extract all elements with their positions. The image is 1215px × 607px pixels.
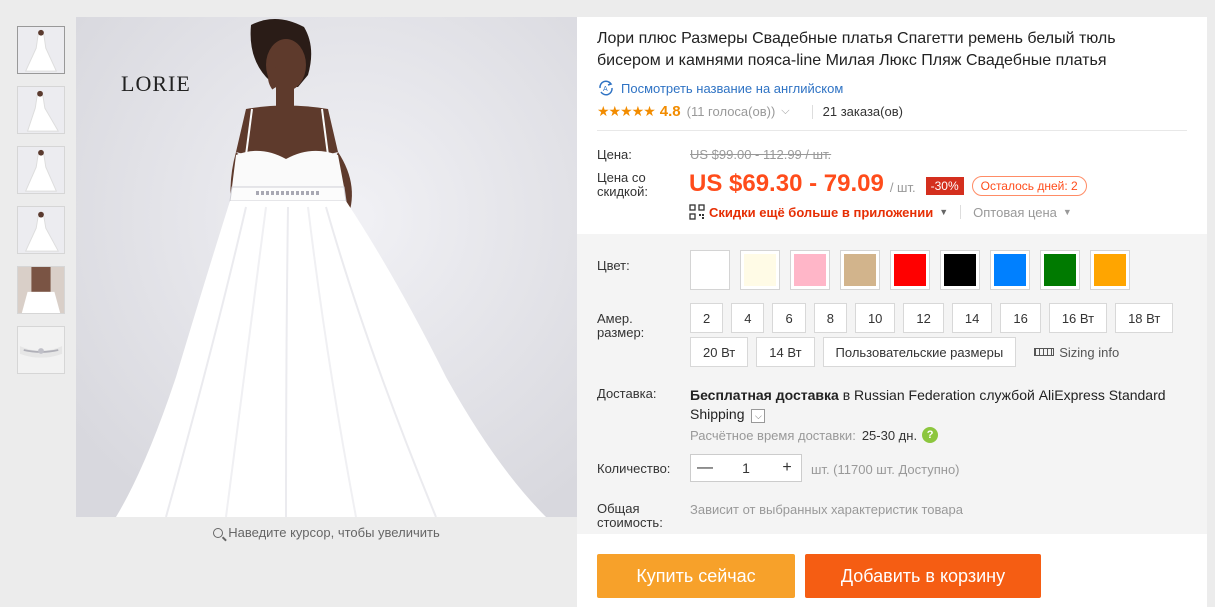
quantity-decrease-button[interactable]: — (691, 459, 719, 477)
buy-now-button[interactable]: Купить сейчас (597, 554, 795, 598)
qr-code-icon (689, 204, 705, 220)
color-swatch-1[interactable] (690, 250, 730, 290)
price-unit: / шт. (889, 179, 916, 195)
color-swatches (690, 250, 1140, 290)
size-option[interactable]: 14 Вт (756, 337, 815, 367)
color-swatch-fill (944, 254, 976, 286)
wholesale-price-link[interactable]: Оптовая цена (973, 205, 1057, 220)
product-gallery: LORIE Наведите курсор, чтобы увеличить (0, 0, 586, 607)
original-price: US $99.00 - 112.99 / шт. (690, 147, 832, 162)
thumbnail-6[interactable] (17, 326, 65, 374)
caret-down-icon[interactable]: ▼ (1063, 207, 1072, 217)
discount-price: US $69.30 - 79.09 (689, 170, 884, 197)
magnifier-icon (213, 528, 224, 538)
size-option[interactable]: 16 (1000, 303, 1041, 333)
size-label: Амер. размер: (597, 311, 645, 340)
color-swatch-6[interactable] (940, 250, 980, 290)
separator (811, 104, 813, 119)
translate-link-text: Посмотреть название на английском (621, 80, 844, 96)
size-option[interactable]: 4 (731, 303, 765, 333)
color-swatch-9[interactable] (1090, 250, 1130, 290)
app-offer-link[interactable]: Скидки ещё больше в приложении (709, 205, 933, 220)
size-option[interactable]: 2 (690, 303, 724, 333)
color-swatch-fill (1044, 254, 1076, 286)
svg-text:A: A (603, 86, 608, 93)
chevron-down-icon[interactable]: ⌵ (781, 105, 789, 118)
quantity-input[interactable]: 1 (719, 460, 773, 476)
total-label: Общая стоимость: (597, 501, 663, 530)
color-swatch-fill (744, 254, 776, 286)
orders-count: 21 заказа(ов) (822, 104, 903, 119)
size-option[interactable]: 6 (772, 303, 806, 333)
color-swatch-fill (894, 254, 926, 286)
size-option[interactable]: 18 Вт (1115, 303, 1174, 333)
delivery-info: Бесплатная доставка в Russian Federation… (690, 386, 1180, 424)
size-option[interactable]: 16 Вт (1048, 303, 1108, 333)
divider (597, 130, 1187, 131)
quantity-increase-button[interactable]: + (773, 459, 801, 477)
thumbnail-2[interactable] (17, 86, 65, 134)
size-option[interactable]: 12 (903, 303, 944, 333)
color-swatch-8[interactable] (1040, 250, 1080, 290)
main-product-image[interactable]: LORIE (76, 17, 577, 517)
rating-value: 4.8 (659, 103, 681, 120)
app-offer-row: Скидки ещё больше в приложении ▼ Оптовая… (689, 204, 1072, 220)
total-price-note: Зависит от выбранных характеристик товар… (690, 502, 963, 517)
days-left-badge: Осталось дней: 2 (971, 176, 1087, 196)
sizing-info-text: Sizing info (1059, 344, 1120, 360)
size-option[interactable]: 8 (813, 303, 847, 333)
quantity-label: Количество: (597, 461, 671, 476)
color-swatch-2[interactable] (740, 250, 780, 290)
delivery-label: Доставка: (597, 386, 657, 401)
discount-badge: -30% (925, 177, 964, 195)
price-label: Цена: (597, 147, 632, 162)
color-swatch-fill (694, 254, 726, 286)
zoom-hint-text: Наведите курсор, чтобы увеличить (228, 525, 440, 540)
separator (960, 205, 962, 219)
shipping-options-chevron-icon[interactable]: ⌵ (751, 409, 766, 423)
thumbnail-strip (17, 26, 67, 386)
quantity-stepper: — 1 + (690, 454, 802, 482)
votes-count[interactable]: (11 голоса(ов)) (687, 104, 776, 119)
size-option[interactable]: Пользовательские размеры (822, 337, 1017, 367)
color-swatch-4[interactable] (840, 250, 880, 290)
delivery-estimate-label: Расчётное время доставки: (690, 427, 856, 443)
size-option[interactable]: 20 Вт (690, 337, 749, 367)
color-swatch-fill (794, 254, 826, 286)
ruler-icon (1034, 348, 1055, 356)
color-swatch-fill (1094, 254, 1126, 286)
product-info-panel: Лори плюс Размеры Свадебные платья Спаге… (577, 17, 1207, 607)
brand-logo: LORIE (121, 71, 191, 96)
thumbnail-4[interactable] (17, 206, 65, 254)
free-shipping-text: Бесплатная доставка (690, 387, 839, 403)
sizing-info-link[interactable]: Sizing info (1034, 337, 1119, 367)
discount-price-row: US $69.30 - 79.09 / шт. -30% Осталось дн… (689, 170, 1087, 198)
product-title: Лори плюс Размеры Свадебные платья Спаге… (597, 30, 1116, 69)
color-swatch-5[interactable] (890, 250, 930, 290)
color-swatch-fill (844, 254, 876, 286)
size-options: 2 4 6 8 10 12 14 16 16 Вт 18 Вт 20 Вт 14 Вт Пользова… (690, 303, 1190, 371)
color-swatch-fill (994, 254, 1026, 286)
translate-title-link[interactable]: A Посмотреть название на английском (597, 79, 843, 97)
thumbnail-1[interactable] (17, 26, 65, 74)
discount-price-label: Цена со скидкой: (597, 170, 648, 199)
help-icon[interactable]: ? (922, 427, 939, 443)
color-label: Цвет: (597, 258, 630, 273)
quantity-available: шт. (11700 шт. Доступно) (811, 462, 960, 477)
zoom-hint: Наведите курсор, чтобы увеличить (76, 525, 577, 540)
star-rating-icon: ★★★★★ (597, 103, 656, 119)
color-swatch-7[interactable] (990, 250, 1030, 290)
caret-down-icon[interactable]: ▼ (939, 207, 948, 217)
rating-row: ★★★★★ 4.8 (11 голоса(ов)) ⌵ 21 заказа(ов… (597, 103, 903, 120)
thumbnail-5[interactable] (17, 266, 65, 314)
size-option[interactable]: 10 (854, 303, 896, 333)
translate-icon: A (599, 80, 613, 96)
size-option[interactable]: 14 (951, 303, 993, 333)
thumbnail-3[interactable] (17, 146, 65, 194)
add-to-cart-button[interactable]: Добавить в корзину (805, 554, 1041, 598)
delivery-estimate: Расчётное время доставки: 25-30 дн. ? (690, 427, 939, 443)
delivery-estimate-days: 25-30 дн. (861, 427, 918, 443)
color-swatch-3[interactable] (790, 250, 830, 290)
